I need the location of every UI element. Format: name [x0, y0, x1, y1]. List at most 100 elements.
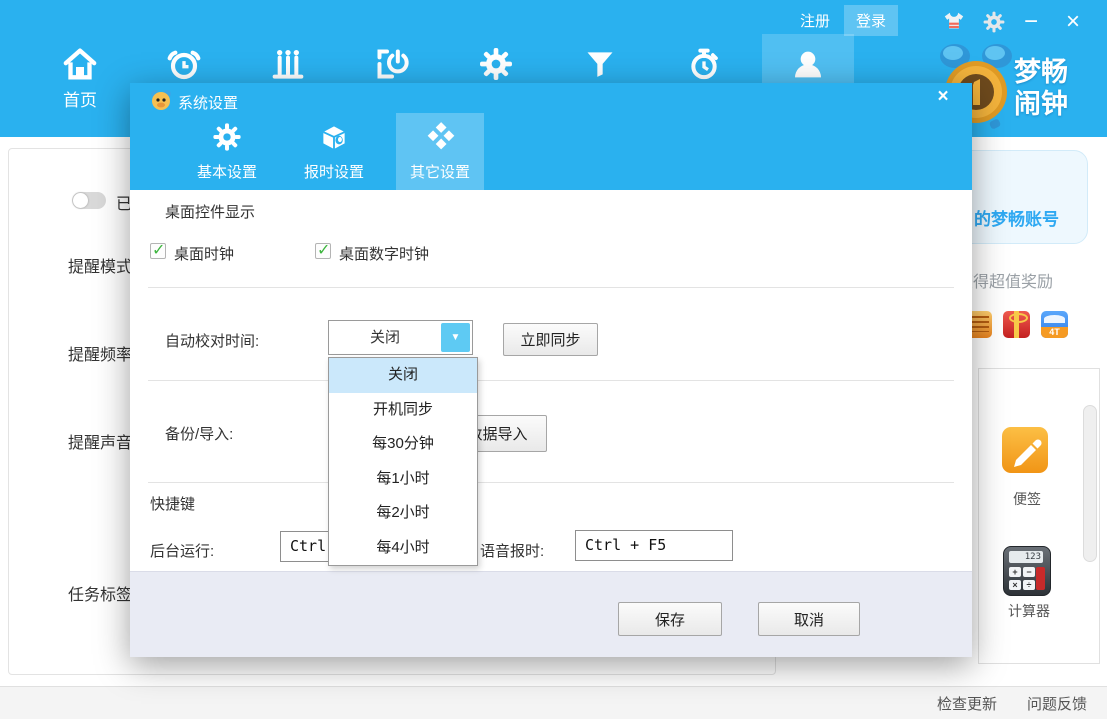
status-bar: 检查更新 问题反馈 — [0, 686, 1107, 719]
shirt-icon — [941, 9, 967, 35]
tool-notes-button[interactable] — [1002, 427, 1048, 473]
calc-minus-key: − — [1023, 567, 1035, 577]
dropdown-option-every-30min[interactable]: 每30分钟 — [329, 427, 477, 462]
check-update-link[interactable]: 检查更新 — [937, 693, 997, 714]
divider — [148, 287, 954, 288]
reward-gift-icon[interactable] — [1003, 311, 1030, 338]
gift-bow — [1009, 313, 1028, 323]
system-settings-dialog: 系统设置 × 基本设置 报时设置 其它设置 桌面控件显示 ✓ 桌面时钟 ✓ 桌面… — [130, 83, 972, 657]
time-sync-label: 自动校对时间: — [165, 330, 259, 351]
reward-4t-icon[interactable]: 4T — [1041, 311, 1068, 338]
candles-icon — [268, 44, 308, 84]
hotkeys-heading: 快捷键 — [150, 493, 195, 514]
calc-multiply-key: × — [1009, 580, 1021, 590]
nav-home[interactable] — [60, 44, 100, 84]
diamonds-icon — [423, 120, 457, 154]
nav-alarms[interactable] — [164, 44, 204, 84]
nav-power-tasks[interactable] — [372, 44, 412, 84]
sync-now-button[interactable]: 立即同步 — [503, 323, 598, 356]
nav-timer[interactable] — [684, 44, 724, 84]
filter-icon — [580, 44, 620, 84]
label-reminder-sound: 提醒声音 — [68, 429, 132, 453]
voice-time-label: 语音报时: — [480, 540, 544, 561]
reminder-toggle[interactable] — [72, 192, 106, 209]
desktop-widgets-heading: 桌面控件显示 — [165, 201, 255, 222]
dialog-title: 系统设置 — [178, 92, 238, 113]
tool-notes-label: 便签 — [1013, 489, 1041, 509]
label-reminder-frequency: 提醒频率 — [68, 341, 132, 365]
app-window: 首页 注册 登录 − — [0, 0, 1107, 719]
settings-button[interactable] — [981, 9, 1007, 35]
alarm-clock-icon — [164, 44, 204, 84]
dropdown-option-every-1h[interactable]: 每1小时 — [329, 462, 477, 497]
close-icon: × — [1060, 9, 1086, 35]
checkbox-desktop-clock[interactable]: ✓ — [150, 243, 166, 259]
check-icon: ✓ — [152, 240, 165, 260]
calc-equals-key — [1036, 567, 1045, 590]
dialog-close-button[interactable]: × — [930, 85, 956, 109]
nav-schedule[interactable] — [268, 44, 308, 84]
dropdown-option-off[interactable]: 关闭 — [329, 358, 477, 393]
tool-calculator-label: 计算器 — [1008, 601, 1050, 621]
nav-home-label[interactable]: 首页 — [63, 86, 97, 111]
tab-other-settings[interactable]: 其它设置 — [396, 113, 484, 190]
home-icon — [60, 44, 100, 84]
account-box-label: 的梦畅账号 — [974, 205, 1059, 230]
tools-scrollbar[interactable] — [1083, 405, 1097, 562]
nav-settings[interactable] — [476, 44, 516, 84]
tab-chime-label: 报时设置 — [290, 161, 378, 182]
label-reminder-mode: 提醒模式 — [68, 253, 132, 277]
dropdown-option-on-boot[interactable]: 开机同步 — [329, 393, 477, 428]
divider — [148, 482, 954, 483]
background-run-label: 后台运行: — [150, 540, 214, 561]
close-icon: × — [937, 86, 948, 107]
skin-button[interactable] — [941, 9, 967, 35]
register-link[interactable]: 注册 — [800, 10, 830, 31]
save-button[interactable]: 保存 — [618, 602, 722, 636]
support-person-icon — [788, 44, 828, 84]
dropdown-option-every-4h[interactable]: 每4小时 — [329, 531, 477, 566]
divider — [148, 380, 954, 381]
pencil-icon — [1002, 427, 1048, 473]
calc-plus-key: + — [1009, 567, 1021, 577]
gear-icon — [210, 120, 244, 154]
tool-calculator-button[interactable]: 123 + − × ÷ — [1003, 546, 1051, 596]
toggle-knob — [73, 193, 88, 208]
tab-basic-settings[interactable]: 基本设置 — [183, 113, 271, 190]
dialog-alarm-icon — [150, 89, 172, 111]
voice-time-hotkey-input[interactable]: Ctrl + F5 — [575, 530, 733, 561]
nav-support[interactable] — [788, 44, 828, 84]
checkbox-desktop-digital-clock-label[interactable]: 桌面数字时钟 — [339, 243, 429, 264]
checkbox-desktop-clock-label[interactable]: 桌面时钟 — [174, 243, 234, 264]
cancel-button[interactable]: 取消 — [758, 602, 860, 636]
chevron-down-icon[interactable]: ▼ — [441, 323, 470, 352]
speaker-box-icon — [317, 120, 351, 154]
logo-line-2: 闹钟 — [1014, 88, 1068, 120]
power-icon — [372, 44, 412, 84]
tab-chime-settings[interactable]: 报时设置 — [290, 113, 378, 190]
stopwatch-icon — [684, 44, 724, 84]
calculator-screen: 123 — [1009, 551, 1043, 563]
login-link[interactable]: 登录 — [844, 5, 898, 36]
swoosh-shape — [1044, 315, 1065, 323]
checkbox-desktop-digital-clock[interactable]: ✓ — [315, 243, 331, 259]
tab-basic-label: 基本设置 — [183, 161, 271, 182]
time-sync-selected-value: 关闭 — [329, 321, 441, 354]
time-sync-select[interactable]: 关闭 ▼ — [328, 320, 473, 355]
backup-import-label: 备份/导入: — [165, 423, 233, 444]
app-logo-text: 梦畅 闹钟 — [1014, 56, 1068, 120]
gear-icon — [476, 44, 516, 84]
check-icon: ✓ — [317, 240, 330, 260]
label-task-tag: 任务标签 — [68, 581, 132, 605]
badge-4t: 4T — [1041, 327, 1068, 338]
nav-filter[interactable] — [580, 44, 620, 84]
gear-icon — [981, 9, 1007, 35]
time-sync-dropdown-list: 关闭 开机同步 每30分钟 每1小时 每2小时 每4小时 — [328, 357, 478, 566]
close-window-button[interactable]: × — [1060, 9, 1086, 35]
minimize-button[interactable]: − — [1018, 9, 1044, 35]
feedback-link[interactable]: 问题反馈 — [1027, 693, 1087, 714]
tab-other-label: 其它设置 — [396, 161, 484, 182]
logo-line-1: 梦畅 — [1014, 56, 1068, 88]
dropdown-option-every-2h[interactable]: 每2小时 — [329, 496, 477, 531]
calc-divide-key: ÷ — [1023, 580, 1035, 590]
